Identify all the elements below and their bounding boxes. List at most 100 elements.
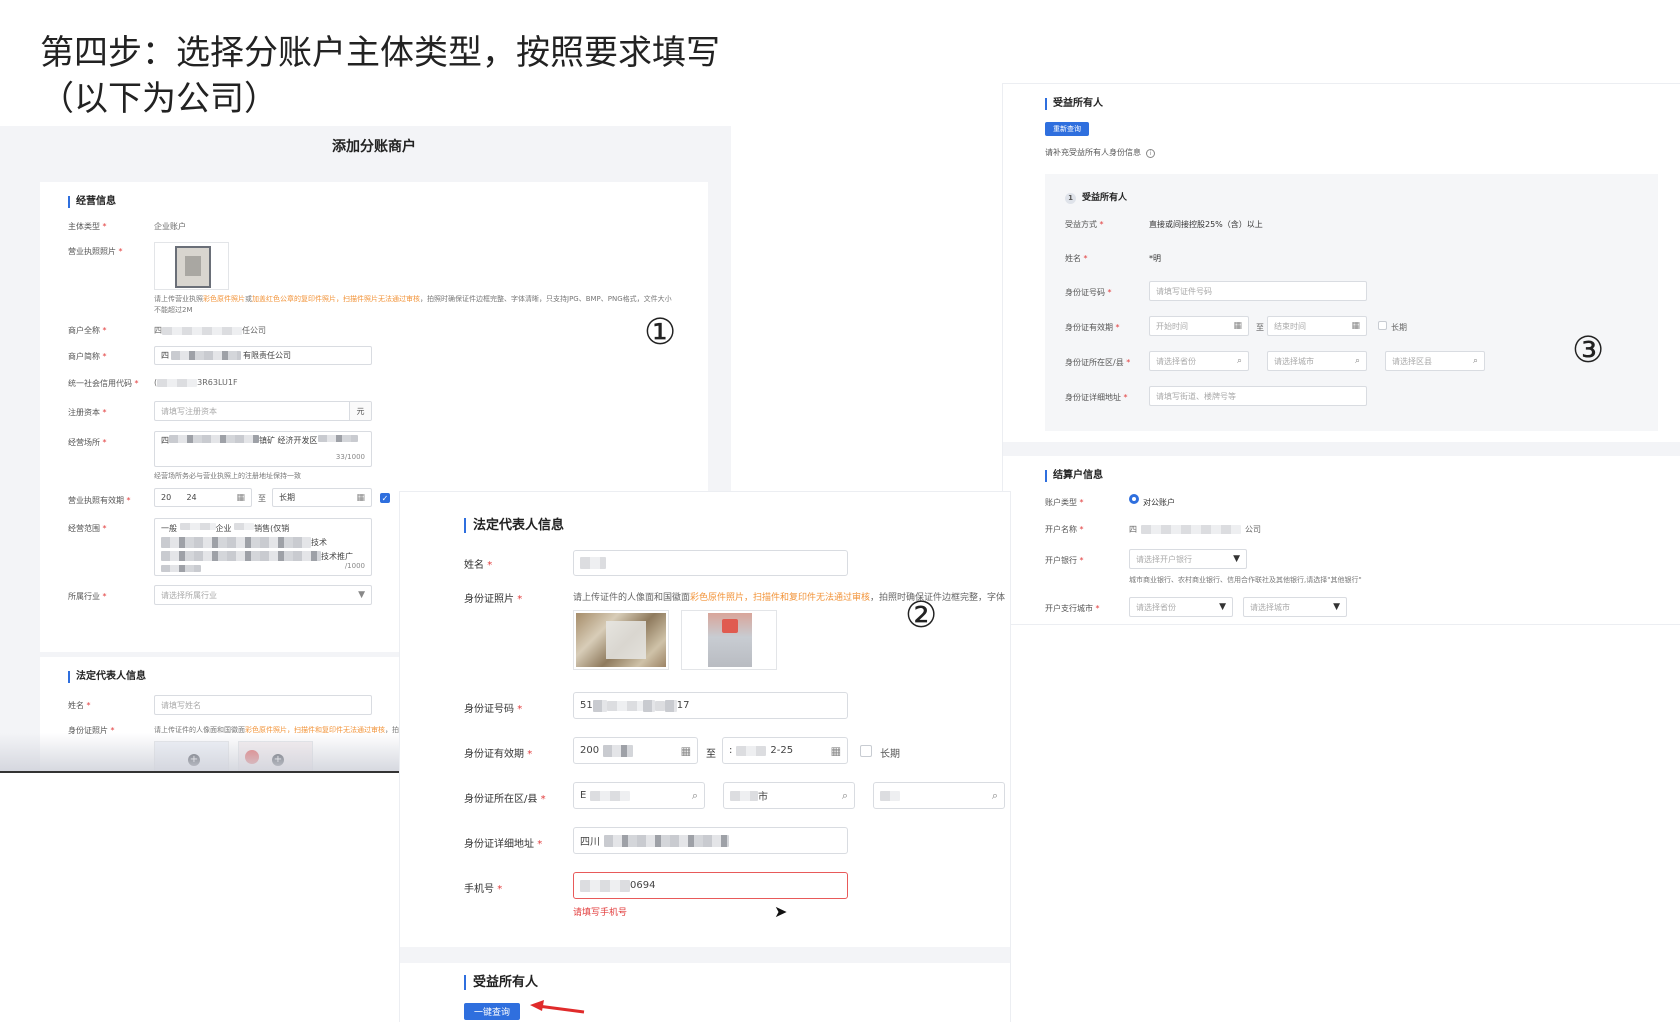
beneficiary-name-label: 姓名 * (1065, 254, 1088, 263)
id-district-select-large[interactable]: ⌕ (873, 782, 1005, 809)
industry-select[interactable]: 请选择所属行业 ▼ (154, 585, 372, 605)
info-icon: i (1146, 149, 1155, 158)
beneficiary-name-value: *明 (1149, 254, 1161, 263)
place-hint: 经营场所务必与营业执照上的注册地址保持一致 (154, 472, 301, 480)
beneficiary-district-select[interactable]: 请选择区县 ⌕ (1385, 351, 1485, 371)
benefit-mode-label: 受益方式 * (1065, 220, 1104, 229)
beneficiary-long-term-checkbox[interactable] (1378, 321, 1387, 330)
full-name-label: 商户全称 * (68, 326, 107, 335)
place-char-count: 33/1000 (335, 453, 365, 461)
step-number-badge: 1 (1065, 192, 1076, 204)
beneficiary-id-label: 身份证号码 * (1065, 288, 1112, 297)
credit-code-value: (3R63LU1F (154, 378, 238, 387)
section-beneficiary-large: 受益所有人 (464, 975, 538, 990)
id-validity-start-large[interactable]: 200 ▦ (573, 737, 698, 764)
license-photo-thumbnail[interactable] (154, 242, 229, 290)
beneficiary-validity-label: 身份证有效期 * (1065, 323, 1120, 332)
license-upload-hint: 请上传营业执照彩色原件照片或加盖红色公章的复印件照片，扫描件照片无法通过审核，拍… (154, 295, 672, 314)
id-province-select-large[interactable]: E ⌕ (573, 782, 705, 809)
account-name-label: 开户名称 * (1045, 525, 1084, 534)
bank-hint: 城市商业银行、农村商业银行、信用合作联社及其他银行,请选择"其他银行" (1129, 576, 1362, 584)
search-icon: ⌕ (841, 788, 848, 802)
full-name-value: 四任公司 (154, 326, 266, 335)
phone-input-large[interactable]: 0694 (573, 872, 848, 899)
license-validity-end[interactable]: 长期 ▦ (272, 488, 372, 507)
scope-textarea[interactable]: 一般 企业 销售(仅销 技术 技 术推广 /1000 (154, 518, 372, 576)
license-validity-start[interactable]: 20 24 ▦ (154, 488, 252, 507)
certificate-image (175, 246, 211, 288)
branch-province-select[interactable]: 请选择省份 ▼ (1129, 597, 1233, 617)
section-settlement: 结算户信息 (1045, 470, 1103, 482)
subject-type-value: 企业账户 (154, 222, 186, 231)
industry-label: 所属行业 * (68, 592, 107, 601)
beneficiary-form-block: 1 受益所有人 受益方式 * 直接或间接控股25%（含）以上 姓名 * *明 身份… (1045, 174, 1658, 431)
id-number-label-large: 身份证号码 * (464, 704, 523, 715)
beneficiary-region-label: 身份证所在区/县 * (1065, 358, 1131, 367)
section-legal-rep-large: 法定代表人信息 (464, 518, 564, 533)
search-icon: ⌕ (691, 788, 698, 802)
subject-type-label: 主体类型 * (68, 222, 107, 231)
legal-name-label-large: 姓名 * (464, 560, 493, 571)
beneficiary-address-label: 身份证详细地址 * (1065, 393, 1128, 402)
id-address-input-large[interactable]: 四川 (573, 827, 848, 854)
legal-id-photo-label-large: 身份证照片 * (464, 594, 523, 605)
beneficiary-address-input[interactable]: 请填写街道、楼牌号等 (1149, 386, 1367, 406)
capital-input[interactable]: 请填写注册资本 元 (154, 401, 372, 421)
long-term-checkbox[interactable]: ✓ (380, 493, 390, 503)
account-type-value: 对公账户 (1143, 498, 1175, 507)
id-back-photo[interactable] (681, 610, 777, 670)
beneficiary-city-select[interactable]: 请选择城市 ⌕ (1267, 351, 1367, 371)
beneficiary-validity-end[interactable]: 结束时间 ▦ (1267, 316, 1367, 336)
id-region-label-large: 身份证所在区/县 * (464, 794, 546, 805)
headline-line-2: （以下为公司） (40, 79, 278, 119)
chevron-down-icon: ▼ (1219, 602, 1226, 612)
credit-code-label: 统一社会信用代码 * (68, 379, 139, 388)
bank-label: 开户银行 * (1045, 556, 1084, 565)
legal-name-label: 姓名 * (68, 701, 91, 710)
beneficiary-validity-start[interactable]: 开始时间 ▦ (1149, 316, 1249, 336)
id-validity-end-large[interactable]: :2-25 ▦ (722, 737, 848, 764)
calendar-icon: ▦ (356, 492, 365, 503)
license-photo-label: 营业执照照片 * (68, 247, 123, 256)
legal-name-input-large[interactable] (573, 550, 848, 576)
id-back-image (708, 613, 752, 667)
id-validity-label-large: 身份证有效期 * (464, 749, 533, 760)
branch-city-select[interactable]: 请选择城市 ▼ (1243, 597, 1347, 617)
requery-button[interactable]: 重新查询 (1045, 122, 1089, 136)
section-business-info: 经营信息 (68, 196, 116, 208)
id-front-image (576, 613, 666, 667)
id-city-select-large[interactable]: 市 ⌕ (723, 782, 855, 809)
headline-line-1: 第四步：选择分账户主体类型，按照要求填写 (40, 33, 720, 73)
section-beneficiary: 受益所有人 (1045, 98, 1103, 110)
phone-label-large: 手机号 * (464, 884, 503, 895)
screenshot-beneficiary-settlement: 受益所有人 重新查询 请补充受益所有人身份信息 i 1 受益所有人 受益方式 * 直… (1003, 84, 1680, 624)
search-icon: ⌕ (1236, 356, 1242, 366)
step-circle-3: ③ (1572, 330, 1605, 371)
beneficiary-id-input[interactable]: 请填写证件号码 (1149, 281, 1367, 301)
account-name-value: 四公司 (1129, 525, 1261, 534)
id-long-term-label: 长期 (880, 749, 900, 760)
legal-name-input[interactable]: 请填写姓名 (154, 695, 372, 715)
id-number-input-large[interactable]: 51 17 (573, 692, 848, 719)
phone-error-text: 请填写手机号 (573, 908, 628, 918)
calendar-icon: ▦ (236, 492, 245, 503)
mouse-cursor: ➤ (774, 902, 788, 921)
corporate-account-radio[interactable] (1129, 494, 1139, 504)
legal-id-photo-hint-large: 请上传证件的人像面和国徽面彩色原件照片，扫描件和复印件无法通过审核，拍照时确保证… (573, 593, 1006, 603)
chevron-down-icon: ▼ (1333, 602, 1340, 612)
supplement-hint: 请补充受益所有人身份信息 i (1045, 147, 1155, 158)
id-front-photo[interactable] (573, 610, 669, 670)
short-name-input[interactable]: 四有限责任公司 (154, 346, 372, 365)
bank-select[interactable]: 请选择开户银行 ▼ (1129, 549, 1247, 569)
page-title: 添加分账商户 (332, 139, 416, 155)
id-long-term-checkbox[interactable] (860, 745, 872, 757)
section-legal-rep: 法定代表人信息 (68, 671, 146, 683)
calendar-icon: ▦ (680, 744, 691, 757)
place-textarea[interactable]: 四镇矿 经济开发 区 33/1000 (154, 431, 372, 467)
step-circle-2: ② (905, 595, 938, 636)
one-click-query-button[interactable]: 一键查询 (464, 1003, 520, 1020)
screenshot-legal-representative: 法定代表人信息 姓名 * 身份证照片 * 请上传证件的人像面和国徽面彩色原件照片… (400, 492, 1010, 1022)
capital-label: 注册资本 * (68, 408, 107, 417)
beneficiary-province-select[interactable]: 请选择省份 ⌕ (1149, 351, 1249, 371)
short-name-label: 商户简称 * (68, 352, 107, 361)
